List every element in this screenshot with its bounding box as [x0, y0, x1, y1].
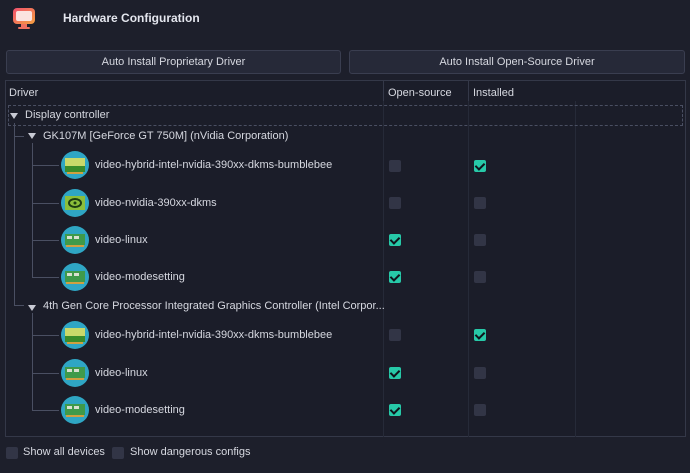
installed-checkbox[interactable]: [474, 367, 486, 379]
graphics-card-icon: [61, 396, 89, 424]
show-dangerous-configs-label[interactable]: Show dangerous configs: [130, 446, 250, 458]
installed-checkbox[interactable]: [474, 160, 486, 172]
auto-install-proprietary-button[interactable]: Auto Install Proprietary Driver: [6, 50, 341, 74]
driver-name[interactable]: video-nvidia-390xx-dkms: [95, 197, 217, 209]
show-dangerous-configs-checkbox[interactable]: [112, 447, 124, 459]
installed-checkbox[interactable]: [474, 329, 486, 341]
open-source-checkbox[interactable]: [389, 329, 401, 341]
open-source-checkbox[interactable]: [389, 404, 401, 416]
device-label[interactable]: 4th Gen Core Processor Integrated Graphi…: [43, 300, 385, 312]
open-source-checkbox[interactable]: [389, 197, 401, 209]
graphics-card-icon: [61, 263, 89, 291]
show-all-devices-checkbox[interactable]: [6, 447, 18, 459]
installed-checkbox[interactable]: [474, 404, 486, 416]
driver-tree[interactable]: Driver Open-source Installed Display con…: [5, 80, 686, 437]
graphics-card-icon: [61, 226, 89, 254]
monitor-icon: [13, 8, 35, 29]
auto-install-open-source-button[interactable]: Auto Install Open-Source Driver: [349, 50, 685, 74]
expand-arrow-icon[interactable]: [28, 305, 36, 311]
column-header-installed[interactable]: Installed: [473, 87, 514, 99]
open-source-checkbox[interactable]: [389, 234, 401, 246]
installed-checkbox[interactable]: [474, 197, 486, 209]
driver-name[interactable]: video-linux: [95, 367, 148, 379]
driver-name[interactable]: video-linux: [95, 234, 148, 246]
expand-arrow-icon[interactable]: [10, 113, 18, 119]
expand-arrow-icon[interactable]: [28, 133, 36, 139]
driver-name[interactable]: video-modesetting: [95, 404, 185, 416]
nvidia-hybrid-card-icon: [61, 151, 89, 179]
show-all-devices-label[interactable]: Show all devices: [23, 446, 105, 458]
driver-name[interactable]: video-hybrid-intel-nvidia-390xx-dkms-bum…: [95, 329, 332, 341]
device-label[interactable]: GK107M [GeForce GT 750M] (nVidia Corpora…: [43, 130, 288, 142]
category-label[interactable]: Display controller: [25, 109, 109, 121]
installed-checkbox[interactable]: [474, 271, 486, 283]
window-title: Hardware Configuration: [63, 11, 200, 25]
open-source-checkbox[interactable]: [389, 160, 401, 172]
column-header-driver[interactable]: Driver: [9, 87, 38, 99]
driver-name[interactable]: video-hybrid-intel-nvidia-390xx-dkms-bum…: [95, 159, 332, 171]
nvidia-card-icon: [61, 189, 89, 217]
nvidia-hybrid-card-icon: [61, 321, 89, 349]
title-bar: Hardware Configuration: [0, 0, 690, 38]
graphics-card-icon: [61, 359, 89, 387]
open-source-checkbox[interactable]: [389, 271, 401, 283]
column-header-open-source[interactable]: Open-source: [388, 87, 452, 99]
driver-name[interactable]: video-modesetting: [95, 271, 185, 283]
installed-checkbox[interactable]: [474, 234, 486, 246]
open-source-checkbox[interactable]: [389, 367, 401, 379]
